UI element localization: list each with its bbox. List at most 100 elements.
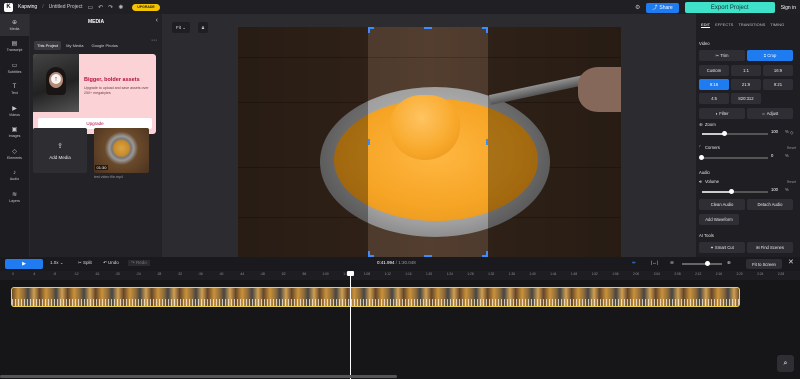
ai-tools-label: AI Tools: [699, 233, 714, 238]
fit-label: Fit: [175, 25, 181, 30]
fit-width-icon[interactable]: |↔|: [651, 260, 658, 265]
ratio-9-16[interactable]: 9:16: [699, 79, 729, 90]
zoom-out-icon[interactable]: ⊖: [670, 260, 674, 266]
volume-icon: 🔊︎: [699, 179, 702, 184]
tab-transitions[interactable]: TRANSITIONS: [738, 22, 765, 28]
rail-item-audio[interactable]: ♪ Audio: [0, 165, 29, 187]
corners-reset[interactable]: Reset: [787, 146, 796, 150]
tab-my-media[interactable]: My Media: [63, 41, 86, 50]
ruler-tick: 2:24: [757, 272, 764, 276]
crop-handle-left[interactable]: [368, 139, 370, 145]
kapwing-logo-icon[interactable]: K: [4, 2, 13, 12]
video-preview[interactable]: [238, 27, 621, 257]
corners-slider[interactable]: 0 %: [699, 152, 794, 162]
zoom-value[interactable]: 100: [771, 129, 778, 134]
zoom-slider[interactable]: 100 %: [699, 128, 794, 138]
clean-audio-button[interactable]: Clean Audio: [699, 199, 745, 210]
rail-item-subtitles[interactable]: ▭ Subtitles: [0, 57, 29, 79]
volume-track: [702, 191, 768, 193]
tab-edit[interactable]: EDIT: [701, 22, 711, 28]
adjust-button[interactable]: ☼ Adjust: [747, 108, 793, 119]
zoom-knob[interactable]: [722, 131, 728, 136]
playhead-handle[interactable]: [347, 271, 354, 276]
more-options-icon[interactable]: ⋯: [151, 37, 157, 44]
horizontal-scrollbar[interactable]: [0, 375, 397, 378]
ruler-tick: 0: [12, 272, 14, 276]
rail-item-media[interactable]: ⊕ Media: [0, 14, 29, 36]
timeline-zoom-track[interactable]: [682, 263, 722, 265]
redo-button[interactable]: ↷ Redo: [128, 260, 150, 266]
timeline-zoom-knob[interactable]: [705, 261, 710, 266]
collapse-panel-icon[interactable]: ‹: [156, 17, 158, 24]
ratio-820-312[interactable]: 820:312: [731, 93, 761, 104]
upgrade-pill[interactable]: UPGRADE: [132, 3, 160, 11]
detach-audio-button[interactable]: Detach Audio: [747, 199, 793, 210]
fit-to-screen-button[interactable]: Fit to Screen: [746, 259, 782, 269]
sign-in-link[interactable]: Sign in: [781, 5, 796, 11]
lock-icon[interactable]: 🔒︎: [198, 22, 208, 33]
ratio-16-9[interactable]: 16:9: [763, 65, 793, 76]
zoom-in-icon[interactable]: ⊕: [727, 260, 731, 266]
undo-button[interactable]: ↶ Undo: [103, 260, 119, 266]
ratio-21-9[interactable]: 21:9: [731, 79, 761, 90]
lightbulb-icon[interactable]: ✺: [118, 4, 123, 11]
video-clip[interactable]: [11, 287, 740, 307]
volume-value[interactable]: 100: [771, 187, 778, 192]
play-button[interactable]: ▶: [5, 259, 43, 269]
timeline-ruler[interactable]: 0:4:8:12:16:20:24:28:32:36:40:44:48:52:5…: [0, 271, 800, 280]
rail-item-elements[interactable]: ◇ Elements: [0, 143, 29, 165]
layers-icon: ≋: [11, 191, 18, 198]
crop-handle-right[interactable]: [486, 139, 488, 145]
tab-timing[interactable]: TIMING: [770, 22, 784, 28]
add-media-label: Add Media: [49, 154, 71, 160]
fit-dropdown[interactable]: Fit ⌄: [172, 22, 190, 33]
undo-icon[interactable]: ↶: [98, 4, 103, 11]
reset-diamond-icon[interactable]: ◇: [790, 130, 793, 136]
total-time: / 1:30.048: [395, 260, 416, 265]
project-title[interactable]: Untitled Project: [49, 4, 83, 10]
ruler-tick: 1:40: [529, 272, 536, 276]
crop-button[interactable]: ⌗ Crop: [747, 50, 793, 61]
corners-knob[interactable]: [699, 155, 704, 160]
share-button[interactable]: ⤴ Share: [646, 2, 679, 13]
volume-slider[interactable]: 100 %: [699, 186, 794, 196]
folder-icon[interactable]: ▭: [87, 4, 93, 11]
trim-button[interactable]: ✂ Trim: [699, 50, 745, 61]
gear-icon[interactable]: ⚙: [635, 4, 640, 11]
corners-value[interactable]: 0: [771, 153, 773, 158]
add-waveform-button[interactable]: Add Waveform: [699, 214, 739, 225]
tab-effects[interactable]: EFFECTS: [715, 22, 733, 28]
search-icon[interactable]: ⌕: [777, 355, 794, 372]
close-icon[interactable]: ✕: [788, 258, 794, 266]
ratio-1-1[interactable]: 1:1: [731, 65, 761, 76]
filter-button[interactable]: ◐ Filter: [699, 108, 745, 119]
smart-cut-button[interactable]: ✦ Smart Cut: [699, 242, 745, 253]
crop-handle-top-left[interactable]: [368, 27, 374, 33]
ruler-tick: :24: [136, 272, 141, 276]
speed-dropdown[interactable]: 1.0x ⌄: [50, 260, 64, 266]
ratio-9-21[interactable]: 9:21: [763, 79, 793, 90]
add-media-button[interactable]: ⇪ Add Media: [33, 128, 87, 173]
volume-reset[interactable]: Reset: [787, 180, 796, 184]
rail-item-images[interactable]: ▣ Images: [0, 122, 29, 144]
crop-handle-top[interactable]: [424, 27, 432, 29]
crop-handle-top-right[interactable]: [482, 27, 488, 33]
find-scenes-button[interactable]: ⊞ Find Scenes: [747, 242, 793, 253]
rail-item-layers[interactable]: ≋ Layers: [0, 186, 29, 208]
volume-knob[interactable]: [728, 189, 734, 194]
ruler-tick: :16: [94, 272, 100, 276]
tab-google-photos[interactable]: Google Photos: [88, 41, 120, 50]
ratio-4-5[interactable]: 4:5: [699, 93, 729, 104]
rail-item-videos[interactable]: ▶ Videos: [0, 100, 29, 122]
ratio-custom[interactable]: Custom: [699, 65, 729, 76]
crop-box[interactable]: [368, 27, 488, 257]
export-project-button[interactable]: Export Project: [684, 2, 775, 13]
rail-item-transcript[interactable]: ▤ Transcript: [0, 36, 29, 58]
speed-label: 1.0x: [50, 260, 59, 265]
tab-this-project[interactable]: This Project: [34, 41, 62, 50]
split-button[interactable]: ✂ Split: [78, 260, 92, 266]
playhead-line[interactable]: [350, 271, 351, 379]
waveform-icon[interactable]: ⇹: [632, 260, 636, 266]
rail-item-text[interactable]: T Text: [0, 79, 29, 101]
redo-icon[interactable]: ↷: [108, 4, 113, 11]
